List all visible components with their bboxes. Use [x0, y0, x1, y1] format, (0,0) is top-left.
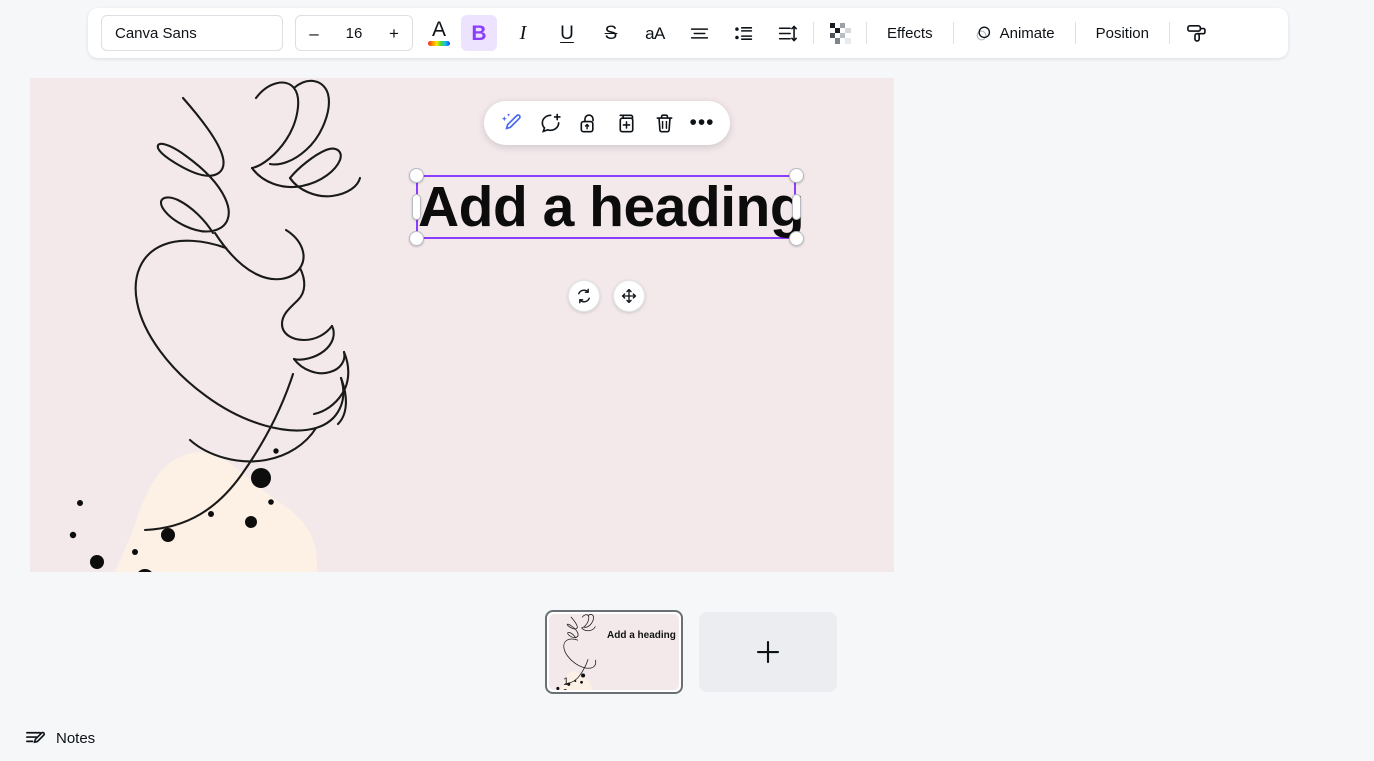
- text-case-button[interactable]: aA: [637, 15, 673, 51]
- text-color-letter: A: [428, 20, 450, 40]
- italic-icon: I: [520, 23, 527, 43]
- bullet-list-button[interactable]: [725, 15, 761, 51]
- paint-roller-icon: [1185, 22, 1208, 45]
- transparency-icon: [830, 23, 851, 44]
- bulleted-list-icon: [733, 23, 754, 44]
- strikethrough-icon: S: [605, 24, 618, 43]
- notes-label: Notes: [56, 730, 95, 747]
- text-case-icon: aA: [645, 25, 665, 42]
- color-gradient-bar: [428, 41, 450, 46]
- font-size-decrease-button[interactable]: –: [307, 25, 321, 42]
- resize-handle-right[interactable]: [792, 194, 801, 220]
- duplicate-button[interactable]: [608, 105, 644, 141]
- effects-button[interactable]: Effects: [875, 15, 945, 51]
- lock-button[interactable]: [570, 105, 606, 141]
- notes-icon: [24, 727, 47, 750]
- add-page-button[interactable]: [699, 612, 837, 692]
- trash-icon: [653, 112, 676, 135]
- bold-icon: B: [471, 23, 486, 44]
- animate-icon: [974, 24, 993, 43]
- object-floating-toolbar: •••: [484, 101, 730, 145]
- font-size-stepper: – 16 +: [295, 15, 413, 51]
- more-options-button[interactable]: •••: [684, 105, 720, 141]
- font-size-input[interactable]: 16: [346, 25, 363, 42]
- align-center-icon: [689, 23, 710, 44]
- font-size-increase-button[interactable]: +: [387, 25, 401, 42]
- move-arrows-icon: [620, 287, 638, 305]
- move-handle[interactable]: [613, 280, 645, 312]
- more-dots-icon: •••: [689, 117, 714, 129]
- toolbar-divider-5: [1169, 22, 1170, 44]
- heading-text-element[interactable]: Add a heading: [418, 176, 798, 238]
- font-family-value: Canva Sans: [115, 25, 197, 42]
- toolbar-divider-4: [1075, 22, 1076, 44]
- page-thumbnail-preview: Add a heading 1: [549, 614, 679, 690]
- page-thumbnail-1[interactable]: Add a heading 1: [545, 610, 683, 694]
- position-label: Position: [1096, 25, 1149, 42]
- rotate-handle[interactable]: [568, 280, 600, 312]
- delete-button[interactable]: [646, 105, 682, 141]
- resize-handle-top-right[interactable]: [789, 168, 804, 183]
- canvas-artwork: [30, 78, 894, 572]
- duplicate-icon: [615, 112, 638, 135]
- magic-pen-icon: [500, 111, 524, 135]
- underline-button[interactable]: U: [549, 15, 585, 51]
- underline-icon: U: [560, 24, 574, 43]
- resize-handle-bottom-left[interactable]: [409, 231, 424, 246]
- plus-icon: [753, 637, 783, 667]
- resize-handle-bottom-right[interactable]: [789, 231, 804, 246]
- bottom-bar: Notes Page 1 / 1 206%: [0, 715, 1374, 761]
- toolbar-divider-3: [953, 22, 954, 44]
- resize-handle-left[interactable]: [412, 194, 421, 220]
- line-spacing-button[interactable]: [769, 15, 805, 51]
- rotate-icon: [575, 287, 593, 305]
- transparency-button[interactable]: [822, 15, 858, 51]
- font-family-select[interactable]: Canva Sans: [101, 15, 283, 51]
- italic-button[interactable]: I: [505, 15, 541, 51]
- thumbnail-page-number: 1: [563, 676, 569, 688]
- magic-write-button[interactable]: [494, 105, 530, 141]
- design-canvas[interactable]: [30, 78, 894, 572]
- bold-button[interactable]: B: [461, 15, 497, 51]
- position-button[interactable]: Position: [1084, 15, 1161, 51]
- text-color-button[interactable]: A: [421, 15, 457, 51]
- toolbar-divider: [813, 22, 814, 44]
- line-spacing-icon: [777, 23, 798, 44]
- thumbnail-heading-label: Add a heading: [607, 630, 676, 641]
- comment-button[interactable]: [532, 105, 568, 141]
- resize-handle-top-left[interactable]: [409, 168, 424, 183]
- lock-open-icon: [577, 112, 600, 135]
- strikethrough-button[interactable]: S: [593, 15, 629, 51]
- line-art-face: [136, 81, 360, 461]
- toolbar-divider-2: [866, 22, 867, 44]
- text-align-button[interactable]: [681, 15, 717, 51]
- add-comment-icon: [539, 112, 562, 135]
- text-toolbar: Canva Sans – 16 + A B I U S aA: [88, 8, 1288, 58]
- notes-button[interactable]: Notes: [14, 720, 105, 756]
- animate-label: Animate: [1000, 25, 1055, 42]
- text-color-icon: A: [428, 20, 450, 46]
- effects-label: Effects: [887, 25, 933, 42]
- copy-style-button[interactable]: [1178, 15, 1214, 51]
- animate-button[interactable]: Animate: [962, 15, 1067, 51]
